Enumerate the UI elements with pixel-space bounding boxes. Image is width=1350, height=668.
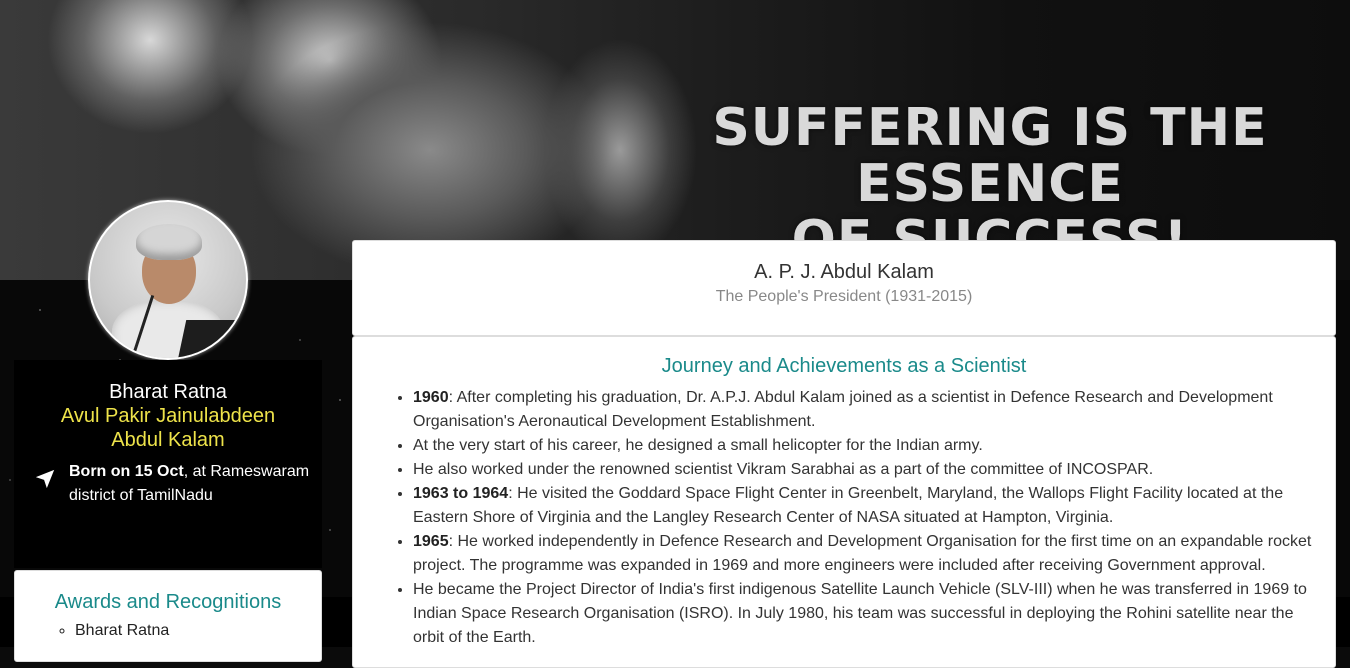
journey-item-year: 1963 to 1964: [413, 485, 509, 502]
journey-list: 1960: After completing his graduation, D…: [353, 386, 1335, 650]
journey-item-year: 1960: [413, 389, 449, 406]
journey-card: Journey and Achievements as a Scientist …: [352, 336, 1336, 668]
journey-item-text: He also worked under the renowned scient…: [413, 461, 1154, 478]
journey-item: At the very start of his career, he desi…: [413, 434, 1317, 458]
journey-item-year: 1965: [413, 533, 449, 550]
birth-date: Born on 15 Oct: [69, 463, 184, 480]
journey-item-text: : After completing his graduation, Dr. A…: [413, 389, 1273, 430]
birth-info: Born on 15 Oct, at Rameswaram district o…: [34, 460, 314, 508]
profile-name-line-2: Abdul Kalam: [111, 429, 225, 451]
profile-avatar: [88, 200, 248, 360]
location-arrow-icon: [35, 469, 55, 489]
journey-item-text: He became the Project Director of India'…: [413, 581, 1307, 646]
award-item: Bharat Ratna: [75, 622, 321, 640]
journey-item: 1965: He worked independently in Defence…: [413, 530, 1317, 578]
journey-item: He became the Project Director of India'…: [413, 578, 1317, 650]
journey-item-text: : He worked independently in Defence Res…: [413, 533, 1312, 574]
profile-name-line-1: Avul Pakir Jainulabdeen: [60, 405, 276, 427]
journey-item: 1963 to 1964: He visited the Goddard Spa…: [413, 482, 1317, 530]
name-card: A. P. J. Abdul Kalam The People's Presid…: [352, 240, 1336, 336]
quote-line-1: SUFFERING IS THE ESSENCE: [712, 98, 1268, 214]
avatar-podium: [177, 320, 246, 358]
journey-item-text: : He visited the Goddard Space Flight Ce…: [413, 485, 1284, 526]
awards-list: Bharat Ratna: [15, 622, 321, 640]
awards-card: Awards and Recognitions Bharat Ratna: [14, 570, 322, 662]
journey-item: He also worked under the renowned scient…: [413, 458, 1317, 482]
profile-card: Bharat Ratna Avul Pakir Jainulabdeen Abd…: [14, 360, 322, 568]
profile-title: Bharat Ratna: [109, 381, 227, 403]
journey-item: 1960: After completing his graduation, D…: [413, 386, 1317, 434]
person-name: A. P. J. Abdul Kalam: [754, 261, 934, 283]
avatar-hair: [136, 224, 202, 260]
person-subtitle: The People's President (1931-2015): [715, 288, 973, 305]
journey-heading: Journey and Achievements as a Scientist: [661, 355, 1027, 377]
birth-text: Born on 15 Oct, at Rameswaram district o…: [69, 460, 314, 508]
awards-heading: Awards and Recognitions: [54, 591, 282, 613]
journey-item-text: At the very start of his career, he desi…: [413, 437, 983, 454]
